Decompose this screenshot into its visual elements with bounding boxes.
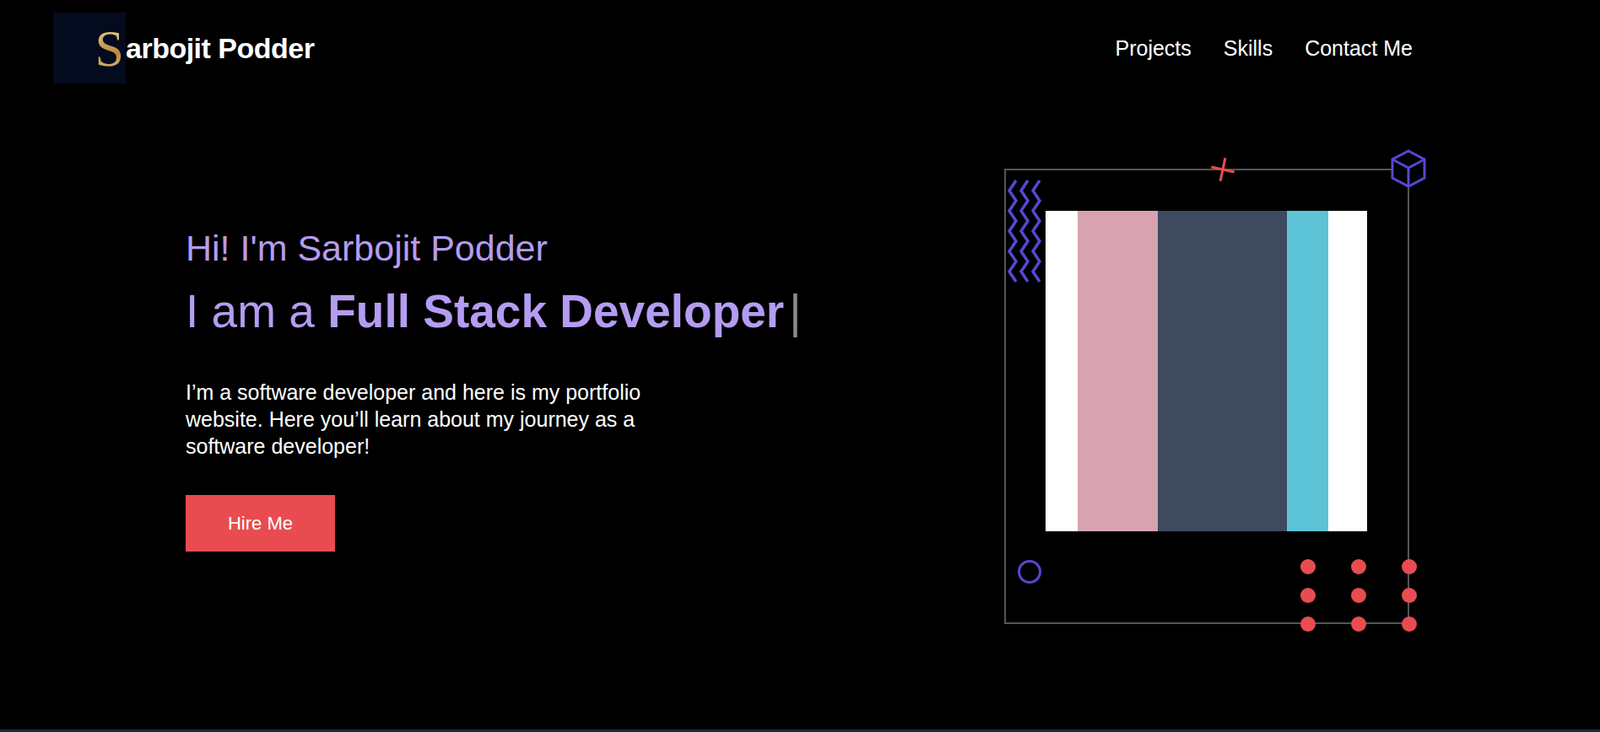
dot — [1351, 616, 1367, 633]
hero-section: Hi! I'm Sarbojit Podder I am aFull Stack … — [0, 87, 1600, 625]
logo-letter-box: S — [53, 12, 126, 84]
brand-logo[interactable]: Sarbojit Podder — [53, 12, 314, 84]
dot — [1401, 616, 1417, 633]
role-title: Full Stack Developer — [327, 284, 784, 339]
nav-link[interactable]: Projects — [1115, 36, 1192, 61]
hero-description: I’m a software developer and here is my … — [185, 378, 692, 460]
dot — [1401, 559, 1417, 575]
typing-cursor: | — [789, 284, 801, 339]
zigzag-icon — [1007, 178, 1052, 287]
dot — [1300, 616, 1316, 633]
dot — [1300, 588, 1316, 604]
nav-link[interactable]: Contact Me — [1304, 36, 1413, 61]
cube-icon — [1389, 148, 1428, 190]
logo-name: arbojit Podder — [125, 32, 314, 65]
plus-icon — [1205, 152, 1240, 187]
dot — [1351, 588, 1367, 604]
role-heading: I am aFull Stack Developer| — [185, 284, 802, 339]
hire-me-button[interactable]: Hire Me — [185, 495, 336, 552]
dot — [1300, 559, 1316, 575]
circle-icon — [1017, 560, 1042, 584]
profile-photo — [1045, 210, 1368, 532]
nav-link[interactable]: Skills — [1223, 36, 1273, 61]
hero-text: Hi! I'm Sarbojit Podder I am aFull Stack … — [185, 168, 802, 552]
photo-frame — [1004, 168, 1410, 625]
role-prefix: I am a — [185, 284, 315, 339]
site-header: Sarbojit Podder Projects Skills Contact Me — [0, 0, 1600, 88]
dot — [1351, 559, 1367, 575]
main-nav: Projects Skills Contact Me — [1115, 36, 1414, 61]
dot-grid-icon — [1300, 559, 1417, 633]
greeting: Hi! I'm Sarbojit Podder — [185, 227, 802, 270]
dot — [1401, 588, 1417, 604]
logo-letter: S — [95, 21, 126, 75]
portfolio-page: Sarbojit Podder Projects Skills Contact Me H… — [0, 0, 1600, 732]
